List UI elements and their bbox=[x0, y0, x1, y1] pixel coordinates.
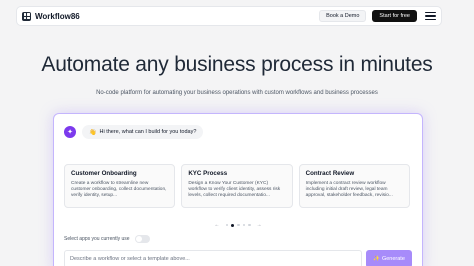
workflow-prompt-input[interactable] bbox=[64, 250, 362, 266]
template-title: Contract Review bbox=[305, 170, 355, 177]
template-card-kyc-process[interactable]: KYC Process Design a Know Your Customer … bbox=[181, 164, 293, 208]
hamburger-menu-icon[interactable] bbox=[425, 12, 436, 20]
template-description: Create a workflow to streamline new cust… bbox=[71, 181, 167, 199]
template-card-contract-review[interactable]: Contract Review Implement a contract rev… bbox=[298, 164, 410, 208]
carousel-dot[interactable] bbox=[248, 223, 251, 227]
template-title: Customer Onboarding bbox=[71, 170, 137, 177]
carousel-dots bbox=[225, 223, 251, 227]
select-apps-toggle[interactable] bbox=[134, 235, 150, 243]
assistant-avatar-icon: ✦ bbox=[64, 126, 76, 138]
hero-title: Automate any business process in minutes bbox=[41, 53, 433, 76]
template-description: Implement a contract review workflow inc… bbox=[305, 181, 393, 199]
wave-hand-icon: 👋 bbox=[89, 129, 97, 136]
generate-label: Generate bbox=[381, 256, 405, 262]
nav-actions: Book a Demo Start for free bbox=[319, 10, 436, 22]
workflow-builder-card: ✦ 👋 Hi there, what can I build for you t… bbox=[53, 113, 423, 266]
template-description: Design a Know Your Customer (KYC) workfl… bbox=[188, 181, 281, 199]
carousel-dot[interactable] bbox=[225, 223, 228, 227]
hero-subtitle: No-code platform for automating your bus… bbox=[96, 90, 378, 96]
template-list: Customer Onboarding Create a workflow to… bbox=[64, 164, 410, 208]
generate-button[interactable]: ✨ Generate bbox=[366, 250, 412, 266]
sparkle-icon: ✨ bbox=[373, 256, 380, 262]
carousel-dot-active[interactable] bbox=[231, 223, 234, 227]
carousel-prev-arrow-icon[interactable]: ← bbox=[215, 222, 220, 228]
template-title: KYC Process bbox=[188, 170, 228, 177]
template-card-customer-onboarding[interactable]: Customer Onboarding Create a workflow to… bbox=[64, 164, 176, 208]
brand-name[interactable]: Workflow86 bbox=[35, 12, 80, 21]
top-navbar: Workflow86 Book a Demo Start for free bbox=[16, 6, 442, 26]
select-apps-label: Select apps you currently use bbox=[64, 236, 130, 242]
workflow86-logo-icon[interactable] bbox=[22, 11, 31, 21]
select-apps-row: Select apps you currently use bbox=[64, 235, 150, 243]
carousel-dot[interactable] bbox=[237, 223, 240, 227]
carousel-next-arrow-icon[interactable]: → bbox=[257, 222, 262, 228]
start-free-button[interactable]: Start for free bbox=[372, 10, 417, 22]
template-carousel-nav: ← → bbox=[54, 222, 422, 228]
greeting-text: Hi there, what can I build for you today… bbox=[99, 129, 197, 135]
book-demo-button[interactable]: Book a Demo bbox=[319, 10, 367, 22]
carousel-dot[interactable] bbox=[242, 223, 245, 227]
assistant-greeting-bubble: 👋 Hi there, what can I build for you tod… bbox=[82, 125, 204, 139]
